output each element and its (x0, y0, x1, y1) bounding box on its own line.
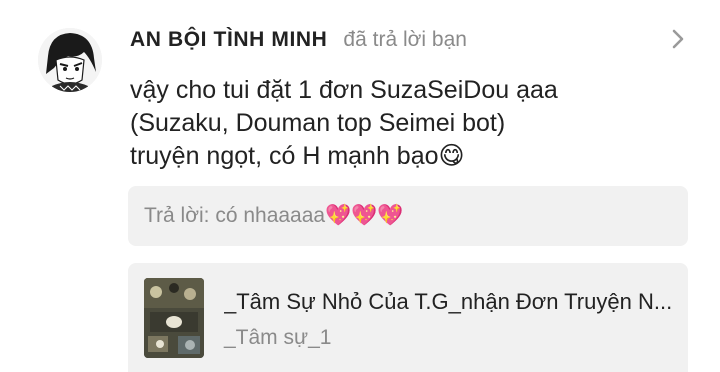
comment-message: vậy cho tui đặt 1 đơn SuzaSeiDou ạaa (Su… (130, 74, 690, 173)
reply-text: Trả lời: có nhaaaaa💖💖💖 (144, 204, 404, 227)
action-text: đã trả lời bạn (343, 28, 467, 51)
story-card[interactable]: _Tâm Sự Nhỏ Của T.G_nhận Đơn Truyện N...… (128, 263, 688, 372)
comment-header: AN BỘI TÌNH MINH đã trả lời bạn (130, 28, 467, 52)
manga-character-avatar-icon (38, 28, 102, 92)
story-cover-icon (144, 278, 204, 358)
username[interactable]: AN BỘI TÌNH MINH (130, 28, 327, 52)
message-line: vậy cho tui đặt 1 đơn SuzaSeiDou ạaa (130, 76, 558, 104)
message-line: (Suzaku, Douman top Seimei bot) (130, 109, 506, 137)
reply-box[interactable]: Trả lời: có nhaaaaa💖💖💖 (128, 186, 688, 246)
message-line: truyện ngọt, có H mạnh bạo😋 (130, 142, 465, 170)
story-chapter: _Tâm sự_1 (224, 326, 332, 349)
chevron-right-icon[interactable] (668, 27, 688, 51)
user-avatar[interactable] (38, 28, 102, 92)
story-title: _Tâm Sự Nhỏ Của T.G_nhận Đơn Truyện N... (224, 289, 673, 314)
story-cover-image (144, 278, 204, 358)
